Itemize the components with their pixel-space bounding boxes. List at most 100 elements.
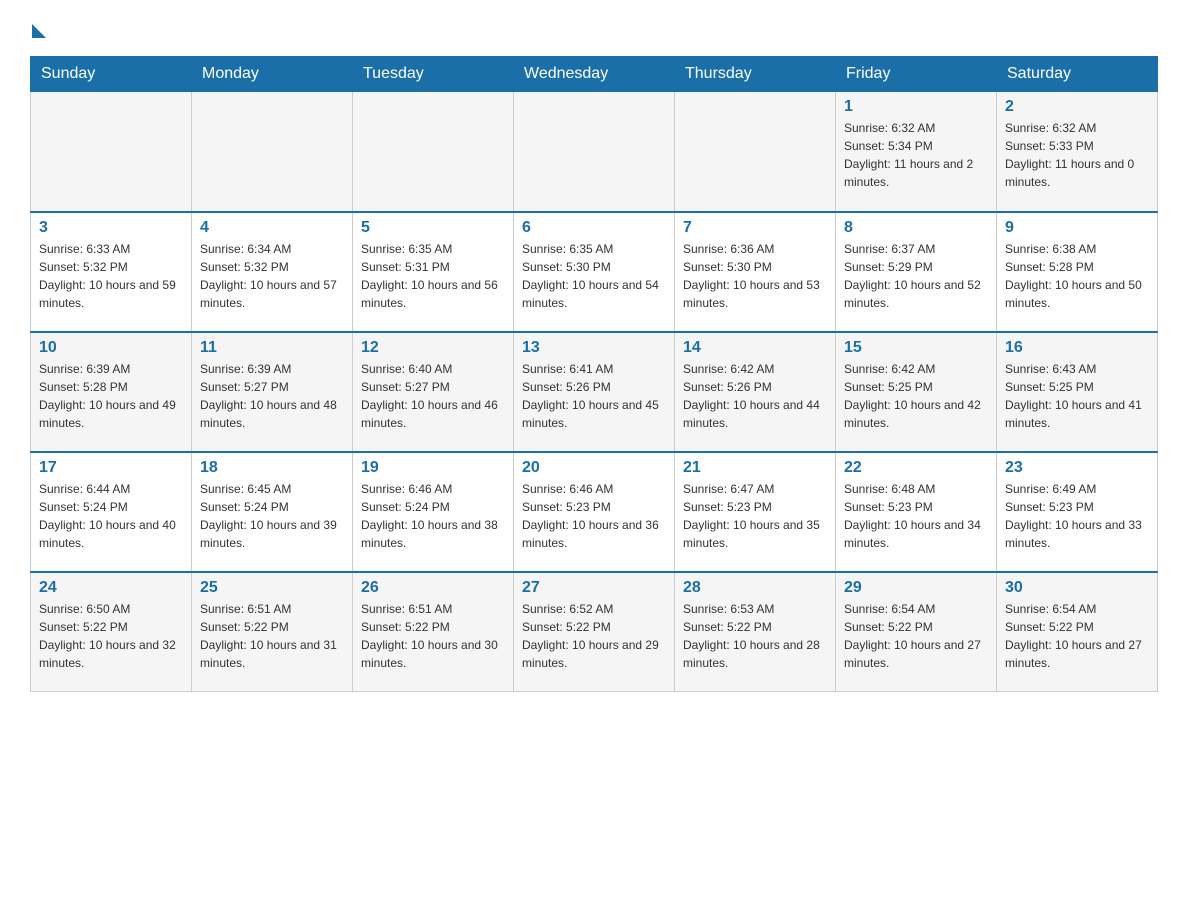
day-info: Sunrise: 6:37 AMSunset: 5:29 PMDaylight:… [844, 240, 988, 312]
calendar-table: SundayMondayTuesdayWednesdayThursdayFrid… [30, 56, 1158, 692]
day-info: Sunrise: 6:42 AMSunset: 5:25 PMDaylight:… [844, 360, 988, 432]
day-of-week-header: Tuesday [353, 57, 514, 92]
day-info: Sunrise: 6:54 AMSunset: 5:22 PMDaylight:… [1005, 600, 1149, 672]
calendar-day-cell: 9 Sunrise: 6:38 AMSunset: 5:28 PMDaylight… [997, 212, 1158, 332]
day-info: Sunrise: 6:51 AMSunset: 5:22 PMDaylight:… [361, 600, 505, 672]
day-info: Sunrise: 6:39 AMSunset: 5:27 PMDaylight:… [200, 360, 344, 432]
day-info: Sunrise: 6:49 AMSunset: 5:23 PMDaylight:… [1005, 480, 1149, 552]
calendar-day-cell: 7 Sunrise: 6:36 AMSunset: 5:30 PMDaylight… [675, 212, 836, 332]
day-info: Sunrise: 6:43 AMSunset: 5:25 PMDaylight:… [1005, 360, 1149, 432]
day-info: Sunrise: 6:36 AMSunset: 5:30 PMDaylight:… [683, 240, 827, 312]
day-number: 7 [683, 219, 827, 237]
day-of-week-header: Friday [836, 57, 997, 92]
page-header [30, 20, 1158, 38]
calendar-day-cell [31, 92, 192, 212]
day-of-week-header: Monday [192, 57, 353, 92]
calendar-day-cell: 14 Sunrise: 6:42 AMSunset: 5:26 PMDayligh… [675, 332, 836, 452]
calendar-day-cell: 21 Sunrise: 6:47 AMSunset: 5:23 PMDayligh… [675, 452, 836, 572]
calendar-day-cell: 13 Sunrise: 6:41 AMSunset: 5:26 PMDayligh… [514, 332, 675, 452]
calendar-day-cell: 22Sunrise: 6:48 AMSunset: 5:23 PMDayligh… [836, 452, 997, 572]
calendar-day-cell [192, 92, 353, 212]
day-number: 8 [844, 219, 988, 237]
logo-triangle-icon [32, 24, 46, 38]
day-number: 15 [844, 339, 988, 357]
calendar-day-cell: 16 Sunrise: 6:43 AMSunset: 5:25 PMDayligh… [997, 332, 1158, 452]
calendar-day-cell: 10 Sunrise: 6:39 AMSunset: 5:28 PMDayligh… [31, 332, 192, 452]
calendar-day-cell: 18 Sunrise: 6:45 AMSunset: 5:24 PMDayligh… [192, 452, 353, 572]
day-info: Sunrise: 6:50 AMSunset: 5:22 PMDaylight:… [39, 600, 183, 672]
calendar-day-cell: 29 Sunrise: 6:54 AMSunset: 5:22 PMDayligh… [836, 572, 997, 692]
day-number: 27 [522, 579, 666, 597]
calendar-day-cell: 20 Sunrise: 6:46 AMSunset: 5:23 PMDayligh… [514, 452, 675, 572]
day-of-week-header: Sunday [31, 57, 192, 92]
calendar-day-cell: 27Sunrise: 6:52 AMSunset: 5:22 PMDayligh… [514, 572, 675, 692]
day-info: Sunrise: 6:39 AMSunset: 5:28 PMDaylight:… [39, 360, 183, 432]
calendar-day-cell: 2 Sunrise: 6:32 AMSunset: 5:33 PMDaylight… [997, 92, 1158, 212]
calendar-day-cell: 8 Sunrise: 6:37 AMSunset: 5:29 PMDaylight… [836, 212, 997, 332]
day-number: 11 [200, 339, 344, 357]
day-number: 13 [522, 339, 666, 357]
calendar-day-cell: 30 Sunrise: 6:54 AMSunset: 5:22 PMDayligh… [997, 572, 1158, 692]
calendar-day-cell: 12Sunrise: 6:40 AMSunset: 5:27 PMDayligh… [353, 332, 514, 452]
day-of-week-header: Saturday [997, 57, 1158, 92]
calendar-day-cell: 6Sunrise: 6:35 AMSunset: 5:30 PMDaylight… [514, 212, 675, 332]
calendar-day-cell: 11 Sunrise: 6:39 AMSunset: 5:27 PMDayligh… [192, 332, 353, 452]
day-info: Sunrise: 6:32 AMSunset: 5:34 PMDaylight:… [844, 119, 988, 191]
day-number: 10 [39, 339, 183, 357]
day-number: 25 [200, 579, 344, 597]
day-info: Sunrise: 6:41 AMSunset: 5:26 PMDaylight:… [522, 360, 666, 432]
day-number: 21 [683, 459, 827, 477]
day-info: Sunrise: 6:34 AMSunset: 5:32 PMDaylight:… [200, 240, 344, 312]
calendar-header-row: SundayMondayTuesdayWednesdayThursdayFrid… [31, 57, 1158, 92]
day-info: Sunrise: 6:47 AMSunset: 5:23 PMDaylight:… [683, 480, 827, 552]
calendar-day-cell: 1 Sunrise: 6:32 AMSunset: 5:34 PMDaylight… [836, 92, 997, 212]
day-info: Sunrise: 6:33 AMSunset: 5:32 PMDaylight:… [39, 240, 183, 312]
day-number: 22 [844, 459, 988, 477]
calendar-day-cell: 17 Sunrise: 6:44 AMSunset: 5:24 PMDayligh… [31, 452, 192, 572]
day-info: Sunrise: 6:46 AMSunset: 5:23 PMDaylight:… [522, 480, 666, 552]
calendar-day-cell: 26 Sunrise: 6:51 AMSunset: 5:22 PMDayligh… [353, 572, 514, 692]
day-number: 3 [39, 219, 183, 237]
calendar-day-cell [353, 92, 514, 212]
day-number: 26 [361, 579, 505, 597]
calendar-week-row: 10 Sunrise: 6:39 AMSunset: 5:28 PMDayligh… [31, 332, 1158, 452]
day-number: 30 [1005, 579, 1149, 597]
calendar-day-cell [514, 92, 675, 212]
day-number: 9 [1005, 219, 1149, 237]
day-number: 1 [844, 98, 988, 116]
calendar-day-cell: 23Sunrise: 6:49 AMSunset: 5:23 PMDayligh… [997, 452, 1158, 572]
calendar-week-row: 3 Sunrise: 6:33 AMSunset: 5:32 PMDaylight… [31, 212, 1158, 332]
day-info: Sunrise: 6:32 AMSunset: 5:33 PMDaylight:… [1005, 119, 1149, 191]
day-number: 17 [39, 459, 183, 477]
day-info: Sunrise: 6:38 AMSunset: 5:28 PMDaylight:… [1005, 240, 1149, 312]
calendar-day-cell: 15 Sunrise: 6:42 AMSunset: 5:25 PMDayligh… [836, 332, 997, 452]
day-number: 4 [200, 219, 344, 237]
calendar-day-cell: 5 Sunrise: 6:35 AMSunset: 5:31 PMDaylight… [353, 212, 514, 332]
day-number: 14 [683, 339, 827, 357]
day-number: 19 [361, 459, 505, 477]
calendar-day-cell: 4 Sunrise: 6:34 AMSunset: 5:32 PMDaylight… [192, 212, 353, 332]
day-info: Sunrise: 6:53 AMSunset: 5:22 PMDaylight:… [683, 600, 827, 672]
calendar-week-row: 24 Sunrise: 6:50 AMSunset: 5:22 PMDayligh… [31, 572, 1158, 692]
day-number: 24 [39, 579, 183, 597]
day-info: Sunrise: 6:40 AMSunset: 5:27 PMDaylight:… [361, 360, 505, 432]
day-number: 2 [1005, 98, 1149, 116]
calendar-day-cell: 28Sunrise: 6:53 AMSunset: 5:22 PMDayligh… [675, 572, 836, 692]
day-info: Sunrise: 6:54 AMSunset: 5:22 PMDaylight:… [844, 600, 988, 672]
day-info: Sunrise: 6:46 AMSunset: 5:24 PMDaylight:… [361, 480, 505, 552]
logo [30, 20, 46, 38]
day-info: Sunrise: 6:44 AMSunset: 5:24 PMDaylight:… [39, 480, 183, 552]
day-of-week-header: Thursday [675, 57, 836, 92]
day-info: Sunrise: 6:35 AMSunset: 5:31 PMDaylight:… [361, 240, 505, 312]
day-info: Sunrise: 6:42 AMSunset: 5:26 PMDaylight:… [683, 360, 827, 432]
day-number: 5 [361, 219, 505, 237]
day-info: Sunrise: 6:45 AMSunset: 5:24 PMDaylight:… [200, 480, 344, 552]
calendar-day-cell: 3 Sunrise: 6:33 AMSunset: 5:32 PMDaylight… [31, 212, 192, 332]
day-number: 20 [522, 459, 666, 477]
day-number: 16 [1005, 339, 1149, 357]
day-of-week-header: Wednesday [514, 57, 675, 92]
day-number: 6 [522, 219, 666, 237]
calendar-day-cell: 25Sunrise: 6:51 AMSunset: 5:22 PMDayligh… [192, 572, 353, 692]
day-number: 18 [200, 459, 344, 477]
day-number: 29 [844, 579, 988, 597]
